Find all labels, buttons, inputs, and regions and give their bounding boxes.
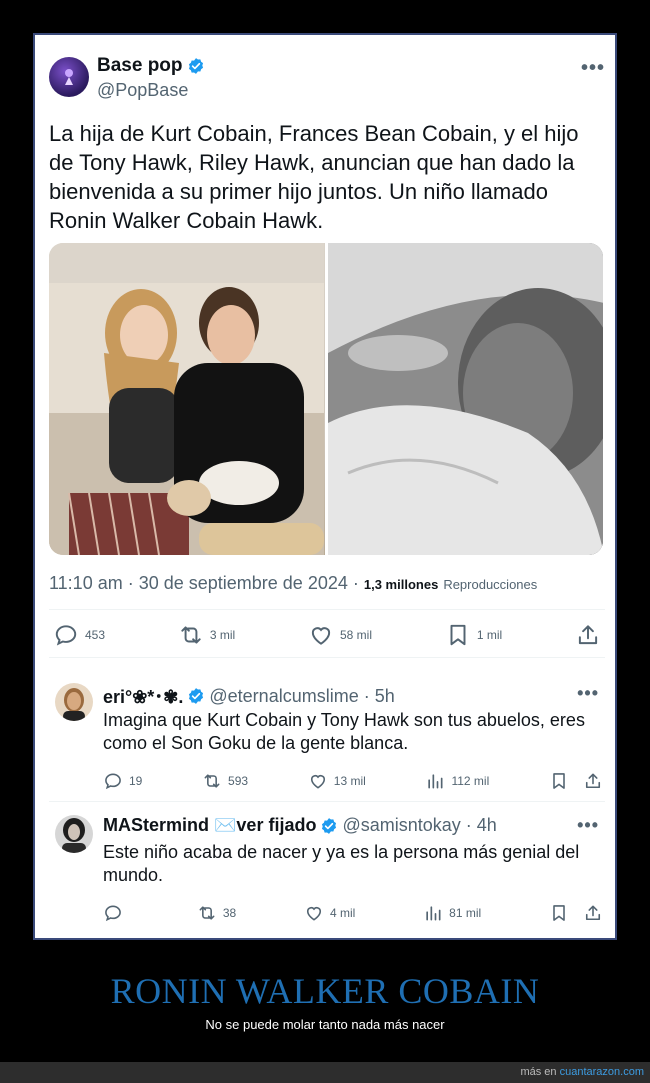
- reply-text: Imagina que Kurt Cobain y Tony Hawk son …: [103, 710, 585, 753]
- reply-actions: 38 4 mil 81 mil: [103, 901, 603, 925]
- analytics-icon: [428, 774, 443, 789]
- avatar[interactable]: [55, 683, 93, 721]
- share-icon[interactable]: [583, 771, 603, 791]
- verified-badge-icon: [188, 58, 203, 74]
- share-icon[interactable]: [583, 903, 603, 923]
- divider: [49, 657, 605, 658]
- footer-link[interactable]: cuantarazon.com: [560, 1066, 644, 1078]
- share-button[interactable]: [575, 622, 601, 648]
- like-count: 58 mil: [340, 628, 373, 642]
- repost-count: 593: [228, 774, 249, 788]
- avatar[interactable]: [49, 57, 89, 97]
- tweet-card: Base pop @PopBase ••• La hija de Kurt Co…: [33, 33, 617, 940]
- repost-button[interactable]: 3 mil: [178, 622, 235, 648]
- tweet-meta: 11:10 am · 30 de septiembre de 2024 · 1,…: [49, 573, 605, 594]
- footer-prefix: más en: [520, 1066, 557, 1078]
- display-name[interactable]: Base pop: [97, 55, 183, 77]
- heart-icon: [310, 774, 325, 789]
- pop-logo-icon: [65, 69, 73, 85]
- reply-item[interactable]: MAStermind ✉️ver fijado @samisntokay · 4…: [49, 815, 605, 925]
- views-button[interactable]: 112 mil: [425, 771, 489, 791]
- reply-icon: [55, 625, 77, 646]
- share-icon: [578, 625, 598, 645]
- reply-actions: 19 593 13 mil 112 mil: [103, 769, 603, 793]
- more-options-icon[interactable]: •••: [581, 57, 605, 80]
- couple-photo-illustration: [49, 243, 324, 555]
- reply-text: Este niño acaba de nacer y ya es la pers…: [103, 842, 580, 885]
- analytics-icon: [426, 906, 441, 921]
- footer-text: más en cuantarazon.com: [520, 1066, 644, 1078]
- tweet-actions: 453 3 mil 58 mil 1 mil: [53, 620, 601, 650]
- verified-badge-icon: [189, 688, 204, 704]
- heart-icon: [311, 627, 331, 645]
- views-count: 1,3 millones: [363, 577, 439, 592]
- divider: [49, 609, 605, 610]
- timestamp[interactable]: 11:10 am · 30 de septiembre de 2024 ·: [49, 573, 359, 593]
- bookmark-icon[interactable]: [549, 771, 569, 791]
- reply-icon: [105, 905, 121, 922]
- baby-photo-illustration: [327, 243, 603, 555]
- views-label: Reproducciones: [443, 577, 538, 592]
- reply-button[interactable]: [103, 903, 129, 923]
- tweet-header: Base pop @PopBase •••: [49, 55, 605, 103]
- repost-count: 3 mil: [209, 628, 236, 642]
- reply-count: 453: [85, 628, 106, 642]
- handle[interactable]: @eternalcumslime · 5h: [209, 686, 394, 707]
- like-count: 13 mil: [333, 774, 366, 788]
- like-count: 4 mil: [329, 906, 356, 920]
- reply-extra-actions: [549, 903, 603, 923]
- footer-bar: más en cuantarazon.com: [0, 1062, 650, 1083]
- like-button[interactable]: 4 mil: [304, 903, 355, 923]
- bookmark-icon[interactable]: [549, 903, 569, 923]
- reply-header: MAStermind ✉️ver fijado @samisntokay · 4…: [103, 815, 497, 836]
- bookmark-icon: [450, 624, 466, 646]
- caption-subtitle: No se puede molar tanto nada más nacer: [205, 1017, 445, 1032]
- tweet-text: La hija de Kurt Cobain, Frances Bean Cob…: [49, 121, 579, 233]
- like-button[interactable]: 13 mil: [308, 771, 366, 791]
- tweet-media[interactable]: [49, 243, 603, 555]
- name-row: Base pop: [97, 55, 205, 77]
- repost-button[interactable]: 38: [197, 903, 236, 923]
- heart-icon: [306, 906, 322, 921]
- more-options-icon[interactable]: •••: [577, 815, 599, 836]
- repost-icon: [181, 626, 201, 644]
- avatar-illustration: [55, 815, 93, 853]
- reply-button[interactable]: 453: [53, 622, 105, 648]
- views-button[interactable]: 81 mil: [423, 903, 481, 923]
- verified-badge-icon: [322, 817, 337, 834]
- bookmark-count: 1 mil: [476, 628, 503, 642]
- reply-extra-actions: [549, 771, 603, 791]
- repost-icon: [204, 774, 220, 788]
- reply-button[interactable]: 19: [103, 771, 142, 791]
- repost-icon: [199, 906, 215, 920]
- views-count: 112 mil: [451, 774, 490, 788]
- reply-header: eri°❀*･✾. @eternalcumslime · 5h: [103, 683, 395, 709]
- caption-title: RONIN WALKER COBAIN: [110, 971, 540, 1011]
- avatar-illustration: [55, 683, 93, 721]
- views-count: 81 mil: [449, 906, 482, 920]
- bookmark-button[interactable]: 1 mil: [445, 622, 502, 648]
- baby-photo[interactable]: [327, 243, 603, 555]
- repost-button[interactable]: 593: [202, 771, 248, 791]
- reply-count: 19: [129, 774, 143, 788]
- couple-photo[interactable]: [49, 243, 325, 555]
- divider: [49, 801, 605, 802]
- handle[interactable]: @PopBase: [97, 80, 188, 101]
- reply-item[interactable]: eri°❀*･✾. @eternalcumslime · 5h ••• Imag…: [49, 683, 605, 793]
- display-name[interactable]: eri°❀*･✾.: [103, 683, 183, 709]
- avatar[interactable]: [55, 815, 93, 853]
- more-options-icon[interactable]: •••: [577, 683, 599, 704]
- handle[interactable]: @samisntokay · 4h: [342, 815, 496, 836]
- reply-icon: [105, 773, 121, 790]
- display-name[interactable]: MAStermind ✉️ver fijado: [103, 815, 316, 836]
- repost-count: 38: [222, 906, 237, 920]
- like-button[interactable]: 58 mil: [308, 622, 372, 648]
